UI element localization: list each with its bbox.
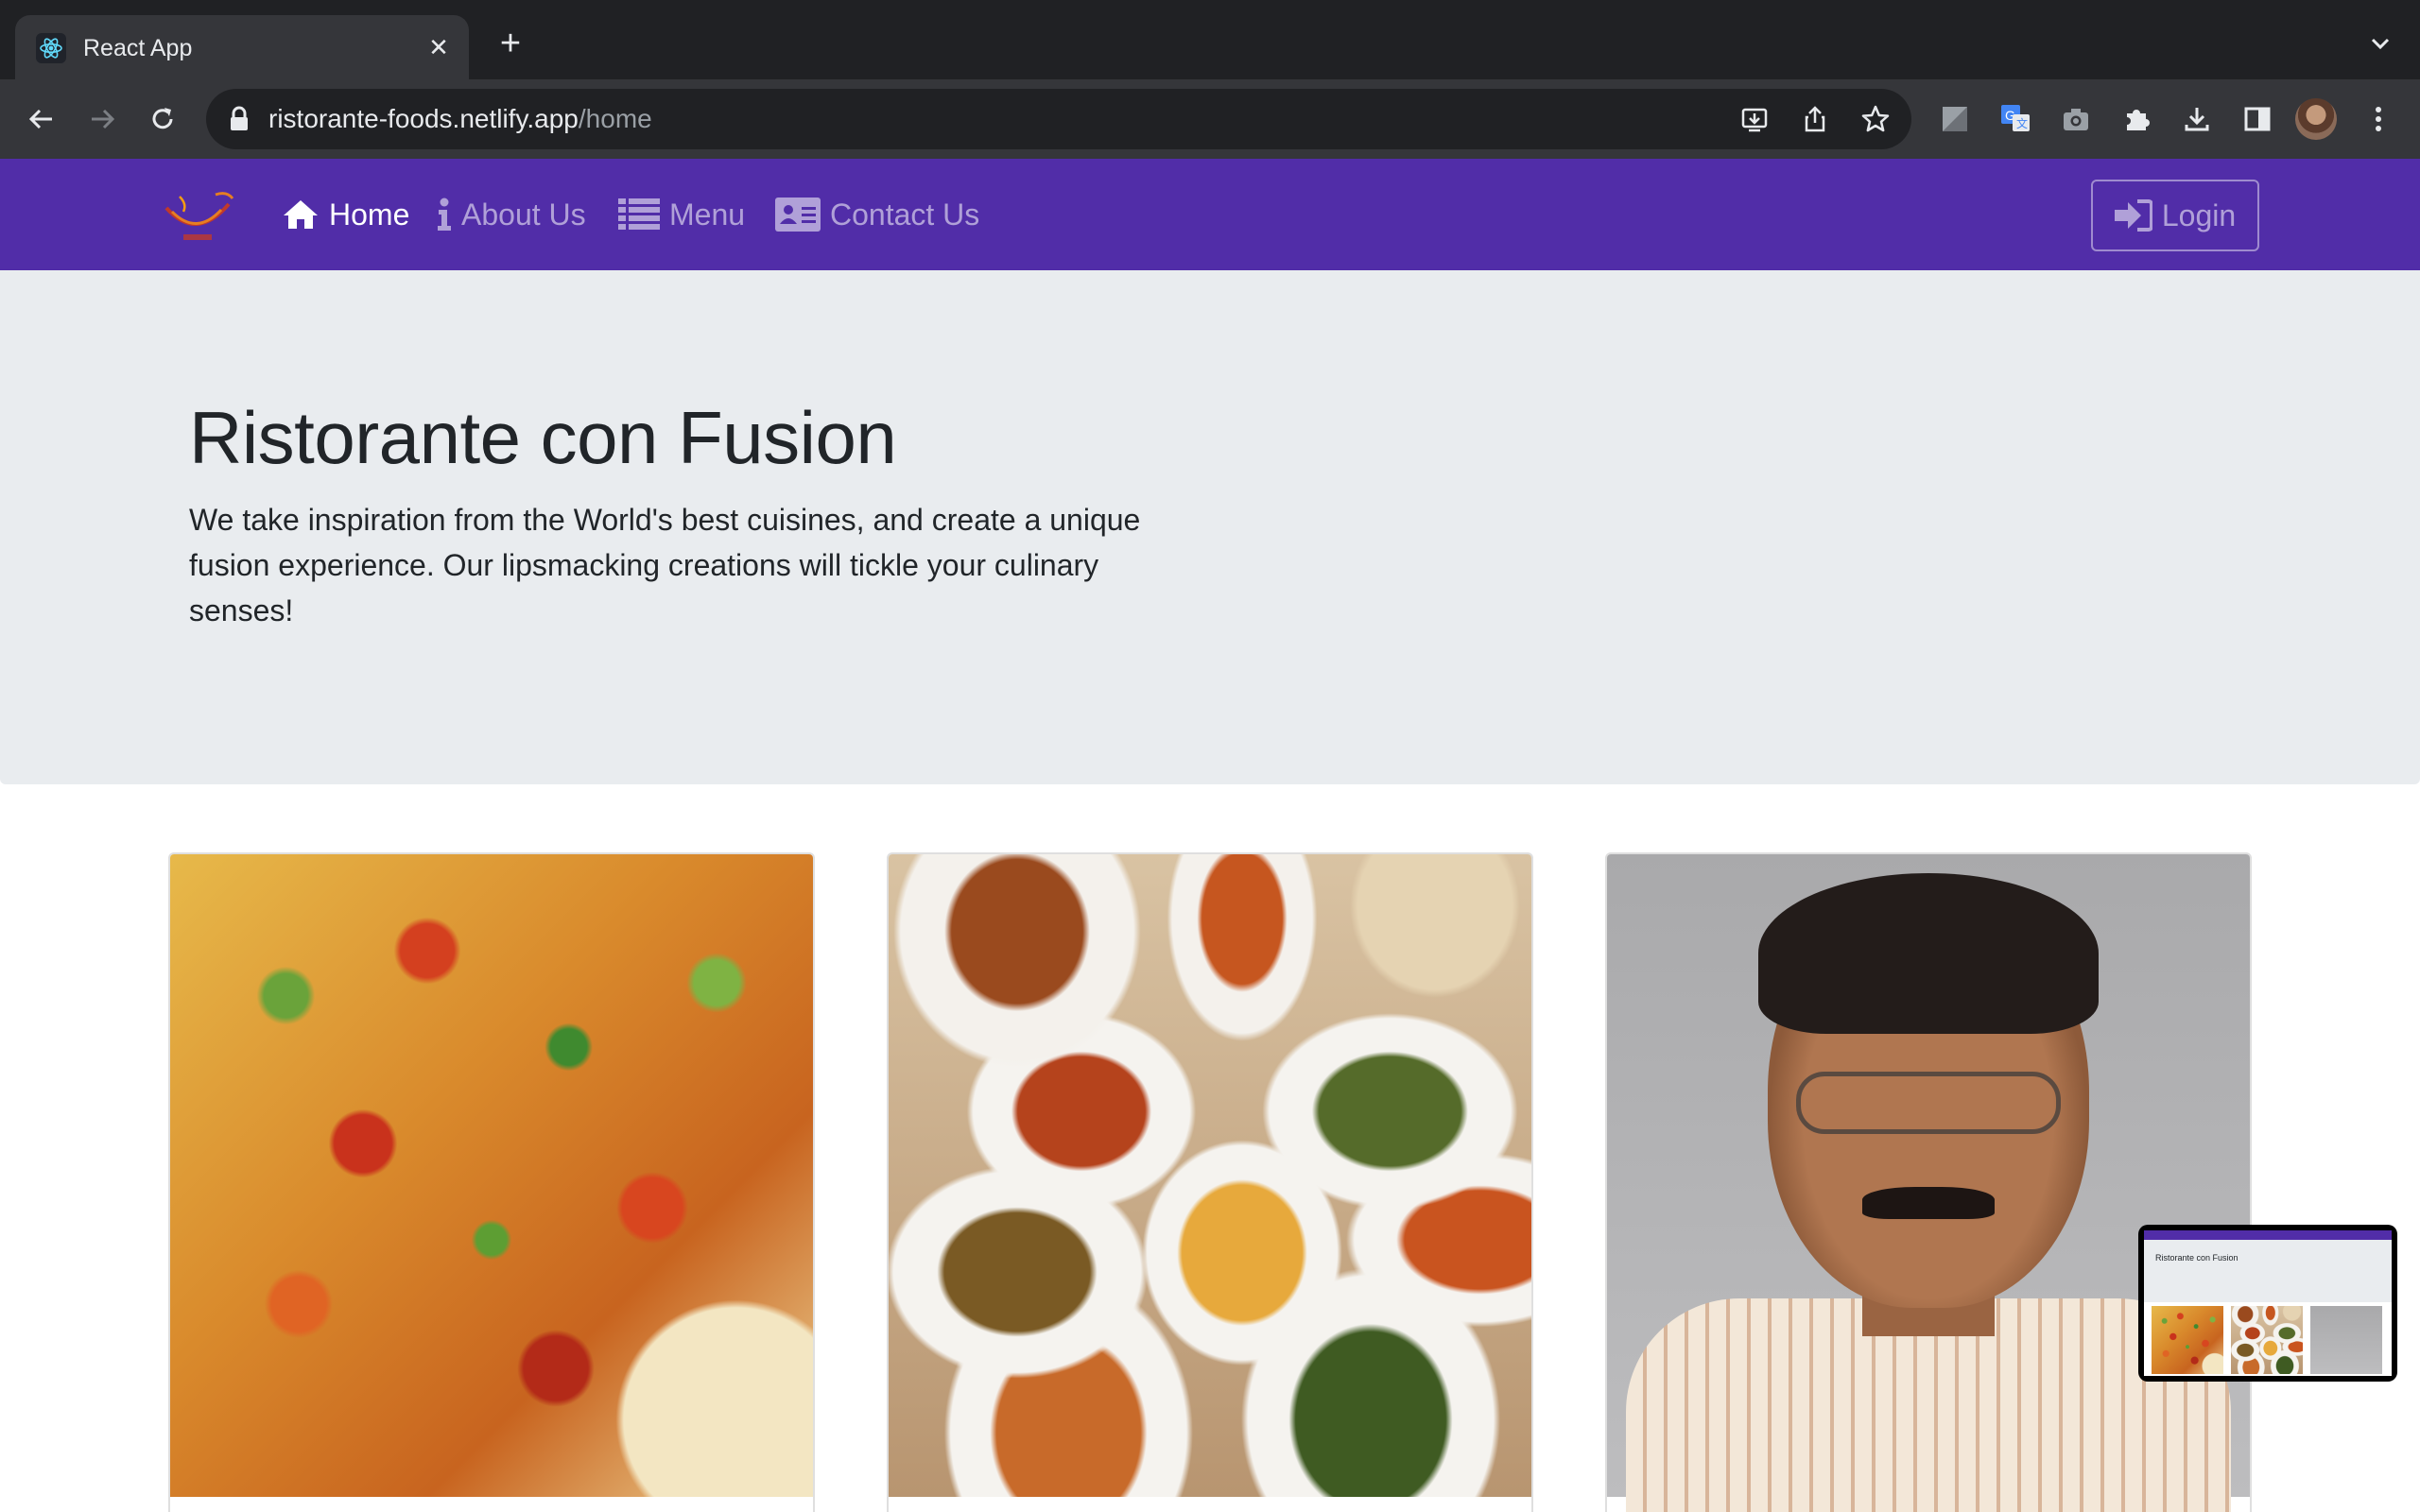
dishes-image: [889, 854, 1531, 1497]
login-button[interactable]: Login: [2091, 180, 2259, 251]
list-icon: [618, 198, 660, 230]
side-panel-icon[interactable]: [2238, 100, 2276, 138]
url-host: ristorante-foods.netlify.app: [268, 104, 579, 133]
nav-link-home[interactable]: Home: [282, 195, 409, 234]
preview-leader-photo: [2310, 1306, 2382, 1374]
react-icon: [36, 33, 66, 63]
browser-toolbar: ristorante-foods.netlify.app/home G文: [0, 79, 2420, 159]
camera-icon[interactable]: [2057, 100, 2095, 138]
url-text[interactable]: ristorante-foods.netlify.app/home: [268, 104, 652, 134]
puzzle-icon[interactable]: [2118, 100, 2155, 138]
new-tab-button[interactable]: +: [492, 25, 529, 62]
nav-link-menu-label: Menu: [669, 197, 746, 232]
share-icon[interactable]: [1798, 102, 1832, 136]
bookmark-star-icon[interactable]: [1858, 102, 1893, 136]
preview-dishes-image: [2231, 1306, 2303, 1374]
preview-pizza-image: [2152, 1306, 2223, 1374]
preview-title: Ristorante con Fusion: [2155, 1253, 2238, 1263]
nav-link-home-label: Home: [329, 197, 410, 232]
tab-title: React App: [83, 35, 193, 61]
google-translate-icon[interactable]: G文: [1996, 100, 2034, 138]
leader-photo: [1607, 854, 2250, 1512]
extension-icon[interactable]: [1936, 100, 1974, 138]
screenshot-preview-thumbnail[interactable]: Ristorante con Fusion: [2138, 1225, 2397, 1382]
address-card-icon: [775, 198, 821, 232]
featured-leader-card[interactable]: [1605, 852, 2252, 1512]
featured-promotion-card[interactable]: [887, 852, 1533, 1512]
restaurant-logo[interactable]: [159, 187, 236, 248]
address-bar[interactable]: ristorante-foods.netlify.app/home: [206, 89, 1911, 149]
close-icon[interactable]: ✕: [425, 34, 452, 60]
sign-in-icon: [2114, 199, 2152, 232]
jumbotron: Ristorante con Fusion We take inspiratio…: [0, 270, 2420, 784]
featured-dish-card[interactable]: [168, 852, 815, 1512]
browser-tab[interactable]: React App ✕: [15, 15, 469, 79]
site-navbar: Home About Us Menu Contact Us Login: [0, 159, 2420, 270]
lock-icon[interactable]: [229, 106, 253, 132]
url-path: /home: [578, 104, 652, 133]
profile-avatar[interactable]: [2295, 98, 2337, 140]
page-title: Ristorante con Fusion: [189, 396, 897, 479]
nav-link-about[interactable]: About Us: [437, 195, 586, 234]
svg-text:文: 文: [2016, 116, 2028, 130]
login-button-label: Login: [2161, 198, 2237, 232]
nav-link-about-label: About Us: [461, 197, 586, 232]
back-arrow-icon[interactable]: [21, 98, 62, 140]
pizza-image: [170, 854, 813, 1497]
nav-link-contact-label: Contact Us: [830, 197, 980, 232]
nav-link-menu[interactable]: Menu: [618, 195, 745, 234]
browser-tab-strip: React App ✕ +: [0, 0, 2420, 79]
info-icon: [438, 198, 451, 231]
reload-icon[interactable]: [142, 98, 183, 140]
forward-arrow-icon[interactable]: [81, 98, 123, 140]
install-app-icon[interactable]: [1737, 102, 1772, 136]
download-icon[interactable]: [2178, 100, 2216, 138]
chevron-down-icon[interactable]: [2365, 28, 2395, 59]
page-intro-text: We take inspiration from the World's bes…: [189, 503, 1141, 627]
nav-link-contact[interactable]: Contact Us: [775, 195, 979, 234]
more-vertical-icon[interactable]: [2360, 100, 2397, 138]
home-icon: [284, 200, 318, 229]
